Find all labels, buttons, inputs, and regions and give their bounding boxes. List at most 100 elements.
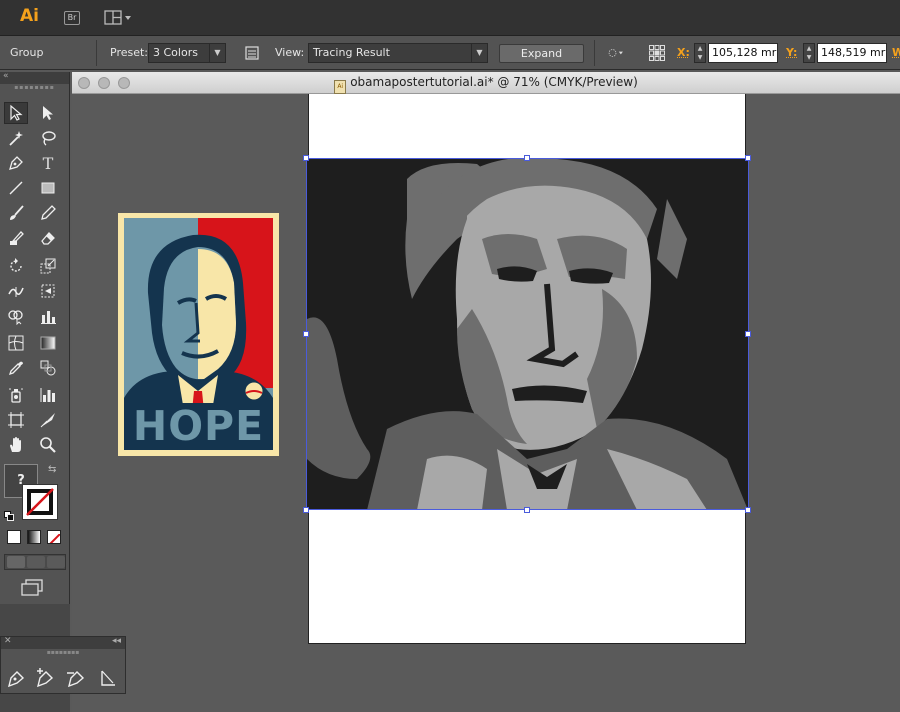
selection-type-label: Group [10,46,44,59]
pen-tool-option[interactable] [5,667,27,689]
gradient-mode-button[interactable] [27,530,41,544]
bridge-button[interactable]: Br [64,11,80,25]
hand-tool[interactable] [4,434,28,456]
magic-wand-tool[interactable] [4,127,28,149]
reference-poster-image[interactable]: HOPE [118,213,279,456]
lasso-tool[interactable] [36,127,60,149]
resize-handle-top-right[interactable] [745,155,751,161]
resize-handle-bottom-left[interactable] [303,507,309,513]
document-title-bar[interactable]: Ai obamapostertutorial.ai* @ 71% (CMYK/Pr… [72,72,900,94]
draw-behind-button[interactable] [27,556,45,568]
expand-button[interactable]: Expand [499,44,584,63]
resize-handle-left[interactable] [303,331,309,337]
stroke-swatch[interactable] [22,484,58,520]
x-coordinate-input[interactable]: 105,128 mr [708,43,778,63]
direct-selection-arrow-icon [43,106,53,120]
free-transform-tool[interactable] [36,280,60,302]
pen-nib-icon [7,671,25,688]
width-tool[interactable] [4,280,28,302]
blend-icon [40,360,56,376]
x-coordinate-label: X: [677,46,690,59]
y-coordinate-label: Y: [786,46,798,59]
blob-brush-icon [10,231,24,245]
artboard-tool[interactable] [4,409,28,431]
pen-nib-icon [9,156,23,170]
arrange-documents-button[interactable] [104,10,134,26]
reference-point-button[interactable] [645,42,669,64]
collapse-panel-icon[interactable]: « [3,71,9,81]
y-coordinate-stepper[interactable]: ▲ ▼ [803,43,815,63]
symbol-sprayer-tool[interactable] [4,384,28,406]
preset-dropdown[interactable]: 3 Colors ▼ [148,43,226,63]
document-title: Ai obamapostertutorial.ai* @ 71% (CMYK/Pr… [72,75,900,94]
control-bar-divider [594,40,595,66]
reference-point-grid-icon [649,45,665,61]
gradient-tool[interactable] [36,332,60,354]
lasso-icon [42,131,56,146]
type-tool[interactable]: T [36,152,60,174]
line-segment-tool[interactable] [4,177,28,199]
blob-brush-tool[interactable] [4,227,28,249]
shape-builder-icon [8,310,23,325]
mesh-tool[interactable] [4,332,28,354]
resize-handle-right[interactable] [745,331,751,337]
mesh-icon [8,335,24,351]
none-mode-button[interactable] [47,530,61,544]
column-graph-tool[interactable] [36,384,60,406]
zoom-tool[interactable] [36,434,60,456]
change-screen-mode-button[interactable] [18,578,46,596]
bar-graph-icon [40,388,55,402]
anchor-point-tool[interactable] [97,667,119,689]
eyedropper-tool[interactable] [4,357,28,379]
scale-tool[interactable] [36,255,60,277]
add-anchor-point-tool[interactable] [34,667,56,689]
rectangle-icon [41,182,55,194]
x-coordinate-stepper[interactable]: ▲ ▼ [694,43,706,63]
selection-tool[interactable] [4,102,28,124]
paintbrush-tool[interactable] [4,202,28,224]
recolor-artwork-button[interactable] [602,42,630,64]
view-dropdown[interactable]: Tracing Result ▼ [308,43,488,63]
y-coordinate-input[interactable]: 148,519 mr [817,43,887,63]
collapse-panel-icon[interactable]: ◂◂ [112,636,121,646]
pencil-tool[interactable] [36,202,60,224]
recolor-icon [608,49,623,57]
scale-icon [40,258,56,274]
direct-selection-tool[interactable] [36,102,60,124]
default-colors-icon[interactable] [4,506,14,521]
pen-tools-flyout-panel: ✕ ◂◂ ▪▪▪▪▪▪▪▪ [0,636,126,694]
flyout-panel-header[interactable]: ✕ ◂◂ [1,636,125,649]
delete-anchor-pen-icon [67,671,85,688]
resize-handle-top[interactable] [524,155,530,161]
view-label: View: [275,46,305,59]
eraser-tool[interactable] [36,227,60,249]
draw-inside-button[interactable] [47,556,65,568]
tools-panel-header[interactable]: « [0,71,69,84]
panel-grip[interactable]: ▪▪▪▪▪▪▪▪ [1,649,125,657]
slice-tool[interactable] [36,409,60,431]
delete-anchor-point-tool[interactable] [65,667,87,689]
resize-handle-bottom-right[interactable] [745,507,751,513]
panel-grip[interactable]: ▪▪▪▪▪▪▪▪ [0,84,69,92]
blend-tool[interactable] [36,357,60,379]
draw-normal-button[interactable] [7,556,25,568]
color-mode-button[interactable] [7,530,21,544]
symbol-sprayer-icon [9,388,23,403]
close-icon[interactable]: ✕ [4,636,12,646]
swap-fill-stroke-icon[interactable]: ⇆ [48,464,56,475]
illustrator-window: Ai Br Group Preset: 3 Colors ▼ View: Tra… [0,0,900,712]
document-title-text: obamapostertutorial.ai* @ 71% (CMYK/Prev… [350,75,638,89]
resize-handle-top-left[interactable] [303,155,309,161]
resize-handle-bottom[interactable] [524,507,530,513]
shape-builder-tool[interactable] [4,305,28,327]
rectangle-tool[interactable] [36,177,60,199]
illustrator-logo: Ai [20,6,39,26]
graph-tool[interactable] [36,305,60,327]
chevron-down-icon: ▼ [209,44,225,62]
rotate-tool[interactable] [4,255,28,277]
document-window: Ai obamapostertutorial.ai* @ 71% (CMYK/Pr… [72,72,900,712]
drawing-mode-group [4,554,66,570]
tracing-panel-button[interactable] [240,42,264,64]
pen-tool[interactable] [4,152,28,174]
poster-hope-text: HOPE [132,402,265,450]
